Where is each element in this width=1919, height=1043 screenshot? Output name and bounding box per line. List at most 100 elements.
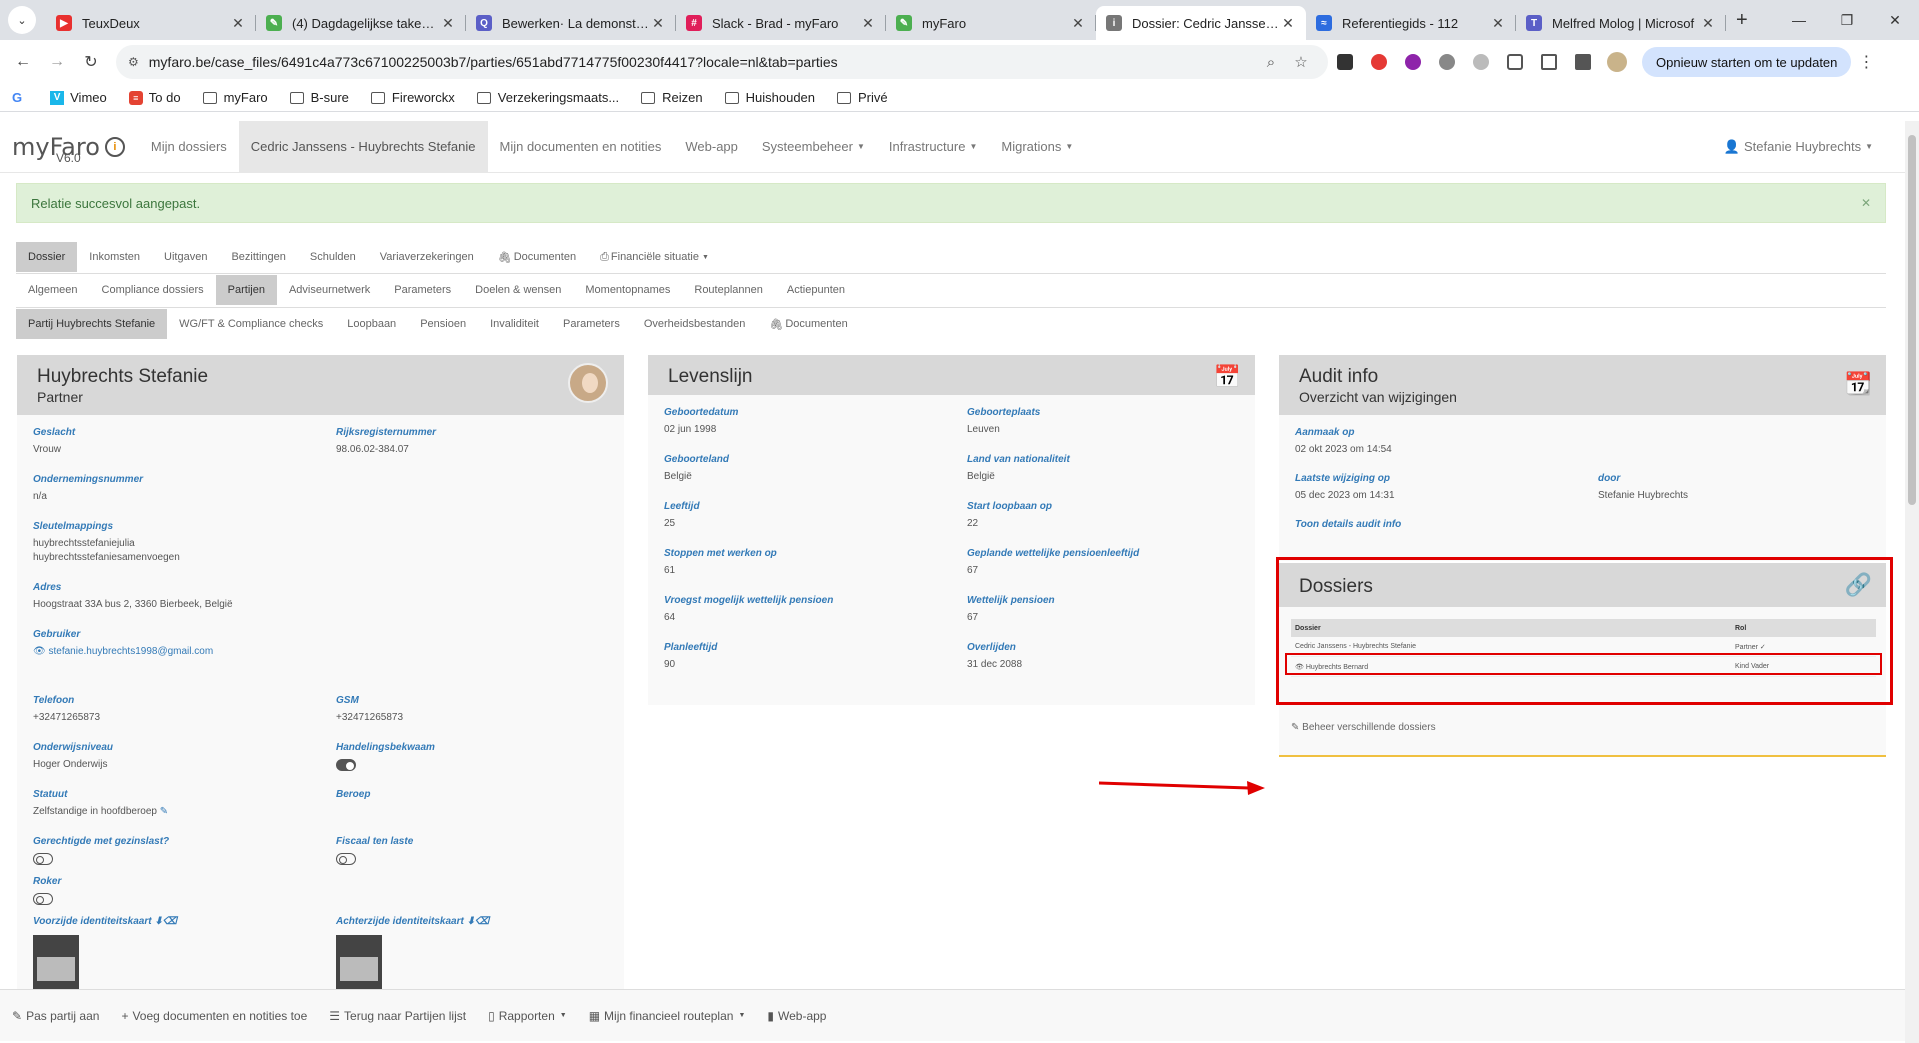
tab-routeplannen[interactable]: Routeplannen xyxy=(682,275,775,305)
tab-overheidsbestanden[interactable]: Overheidsbestanden xyxy=(632,309,758,339)
extension-icon[interactable] xyxy=(1328,54,1362,70)
tab-compliance-dossiers[interactable]: Compliance dossiers xyxy=(90,275,216,305)
close-tab-icon[interactable]: ✕ xyxy=(1490,15,1506,32)
bookmark-star-icon[interactable]: ☆ xyxy=(1286,53,1316,71)
address-bar[interactable]: ⚙ myfaro.be/case_files/6491c4a773c671002… xyxy=(116,45,1328,79)
close-tab-icon[interactable]: ✕ xyxy=(230,15,246,32)
tab-inkomsten[interactable]: Inkomsten xyxy=(77,242,152,272)
nav-web-app[interactable]: Web-app xyxy=(673,121,750,172)
browser-tab[interactable]: Q Bewerken· La demonstrati ✕ xyxy=(466,6,676,40)
bookmark-folder[interactable]: Verzekeringsmaats... xyxy=(476,90,619,105)
beheer-dossiers-link[interactable]: ✎ Beheer verschillende dossiers xyxy=(1291,722,1436,733)
tab-invaliditeit[interactable]: Invaliditeit xyxy=(478,309,551,339)
bookmark-folder[interactable]: Fireworckx xyxy=(370,90,455,105)
tab-actiepunten[interactable]: Actiepunten xyxy=(775,275,857,305)
tab-search-chevron-icon[interactable]: ⌄ xyxy=(8,6,36,34)
gebruiker-link[interactable]: 👁 stefanie.huybrechts1998@gmail.com xyxy=(33,645,213,659)
tab-variaverzekeringen[interactable]: Variaverzekeringen xyxy=(368,242,486,272)
tab-doelen-wensen[interactable]: Doelen & wensen xyxy=(463,275,573,305)
bookmark-folder[interactable]: Huishouden xyxy=(724,90,815,105)
update-button[interactable]: Opnieuw starten om te updaten xyxy=(1642,47,1852,77)
nav-mijn-dossiers[interactable]: Mijn dossiers xyxy=(139,121,239,172)
reload-icon[interactable]: ↻ xyxy=(76,47,106,77)
forward-arrow-icon[interactable]: → xyxy=(42,47,72,77)
nav-systeembeheer[interactable]: Systeembeheer ▼ xyxy=(750,121,877,172)
tab-financiele-situatie[interactable]: ⎙ Financiële situatie ▼ xyxy=(588,242,721,272)
adblock-icon[interactable] xyxy=(1362,54,1396,70)
id-card-front-image[interactable] xyxy=(33,935,79,995)
download-icon[interactable]: ⬇ xyxy=(467,916,475,927)
close-tab-icon[interactable]: ✕ xyxy=(1280,15,1296,32)
color-picker-icon[interactable] xyxy=(1396,54,1430,70)
close-tab-icon[interactable]: ✕ xyxy=(650,15,666,32)
close-window-icon[interactable]: ✕ xyxy=(1871,0,1919,40)
tab-uitgaven[interactable]: Uitgaven xyxy=(152,242,219,272)
eraser-icon[interactable]: ⌫ xyxy=(163,916,177,927)
eraser-icon[interactable]: ⌫ xyxy=(475,916,489,927)
tab-schulden[interactable]: Schulden xyxy=(298,242,368,272)
tab-momentopnames[interactable]: Momentopnames xyxy=(573,275,682,305)
chrome-menu-icon[interactable]: ⋮ xyxy=(1851,47,1881,77)
tab-documenten[interactable]: 🖇 Documenten xyxy=(486,242,588,272)
zoom-icon[interactable]: ⌕ xyxy=(1256,54,1286,71)
bookmark-folder[interactable]: Reizen xyxy=(641,90,703,105)
profile-avatar[interactable] xyxy=(1600,52,1634,72)
id-card-back-image[interactable] xyxy=(336,935,382,995)
browser-tab[interactable]: ▶ TeuxDeux ✕ xyxy=(46,6,256,40)
close-alert-icon[interactable]: ✕ xyxy=(1861,196,1871,210)
tab-pensioen[interactable]: Pensioen xyxy=(408,309,478,339)
nav-current-dossier[interactable]: Cedric Janssens - Huybrechts Stefanie xyxy=(238,121,488,172)
terug-partijen-button[interactable]: ☰ Terug naar Partijen lijst xyxy=(329,1009,466,1023)
pas-partij-aan-button[interactable]: ✎ Pas partij aan xyxy=(12,1009,99,1023)
browser-tab[interactable]: T Melfred Molog | Microsof ✕ xyxy=(1516,6,1726,40)
browser-tab[interactable]: ✎ myFaro ✕ xyxy=(886,6,1096,40)
tab-partij[interactable]: Partij Huybrechts Stefanie xyxy=(16,309,168,339)
site-info-icon[interactable]: ⚙ xyxy=(128,55,139,69)
voeg-documenten-button[interactable]: + Voeg documenten en notities toe xyxy=(121,1009,307,1023)
bookmark-vimeo[interactable]: V Vimeo xyxy=(50,90,107,105)
nav-mijn-documenten[interactable]: Mijn documenten en notities xyxy=(488,121,674,172)
nav-migrations[interactable]: Migrations ▼ xyxy=(989,121,1085,172)
tab-parameters[interactable]: Parameters xyxy=(551,309,632,339)
tab-dossier[interactable]: Dossier xyxy=(16,242,78,272)
web-app-button[interactable]: ▮ Web-app xyxy=(767,1009,826,1023)
tab-algemeen[interactable]: Algemeen xyxy=(16,275,90,305)
magic-wand-icon[interactable]: ✎ xyxy=(157,806,168,817)
page-scrollbar[interactable] xyxy=(1905,121,1919,1043)
restore-icon[interactable]: ❐ xyxy=(1823,0,1871,40)
bookmark-folder[interactable]: myFaro xyxy=(202,90,268,105)
tab-wgft-compliance[interactable]: WG/FT & Compliance checks xyxy=(167,309,335,339)
tab-parameters[interactable]: Parameters xyxy=(382,275,463,305)
bookmark-folder[interactable]: Privé xyxy=(837,90,888,105)
minimize-icon[interactable]: — xyxy=(1775,0,1823,40)
url-text[interactable]: myfaro.be/case_files/6491c4a773c67100225… xyxy=(149,54,1256,70)
info-extension-icon[interactable] xyxy=(1464,54,1498,70)
user-menu[interactable]: 👤 Stefanie Huybrechts ▼ xyxy=(1712,121,1885,172)
close-tab-icon[interactable]: ✕ xyxy=(1700,15,1716,32)
tab-partijen[interactable]: Partijen xyxy=(215,275,277,305)
new-tab-plus-icon[interactable]: + xyxy=(1736,9,1748,32)
rapporten-button[interactable]: ▯ Rapporten ▼ xyxy=(488,1009,567,1023)
browser-tab[interactable]: # Slack - Brad - myFaro ✕ xyxy=(676,6,886,40)
close-tab-icon[interactable]: ✕ xyxy=(1070,15,1086,32)
tab-bezittingen[interactable]: Bezittingen xyxy=(219,242,297,272)
bookmark-google[interactable]: G xyxy=(12,90,28,105)
routeplan-button[interactable]: ▦ Mijn financieel routeplan ▼ xyxy=(589,1009,746,1023)
download-icon[interactable]: ⬇ xyxy=(154,916,162,927)
bookmark-folder[interactable]: B-sure xyxy=(289,90,349,105)
side-panel-icon[interactable] xyxy=(1566,54,1600,70)
audit-details-link[interactable]: Toon details audit info xyxy=(1295,519,1401,530)
back-arrow-icon[interactable]: ← xyxy=(8,47,38,77)
nav-infrastructure[interactable]: Infrastructure ▼ xyxy=(877,121,990,172)
tab-adviseurnetwerk[interactable]: Adviseurnetwerk xyxy=(277,275,382,305)
extension-grey-icon[interactable] xyxy=(1430,54,1464,70)
tab-loopbaan[interactable]: Loopbaan xyxy=(335,309,408,339)
browser-tab-active[interactable]: i Dossier: Cedric Janssens - ✕ xyxy=(1096,6,1306,40)
brand-logo[interactable]: myFaro i V6.0 xyxy=(0,121,139,172)
browser-tab[interactable]: ✎ (4) Dagdagelijkse taken St ✕ xyxy=(256,6,466,40)
puzzle-icon[interactable] xyxy=(1498,54,1532,70)
close-tab-icon[interactable]: ✕ xyxy=(860,15,876,32)
browser-tab[interactable]: ≈ Referentiegids - 112 ✕ xyxy=(1306,6,1516,40)
bookmark-todo[interactable]: ≡ To do xyxy=(128,90,181,105)
scrollbar-thumb[interactable] xyxy=(1908,135,1916,505)
